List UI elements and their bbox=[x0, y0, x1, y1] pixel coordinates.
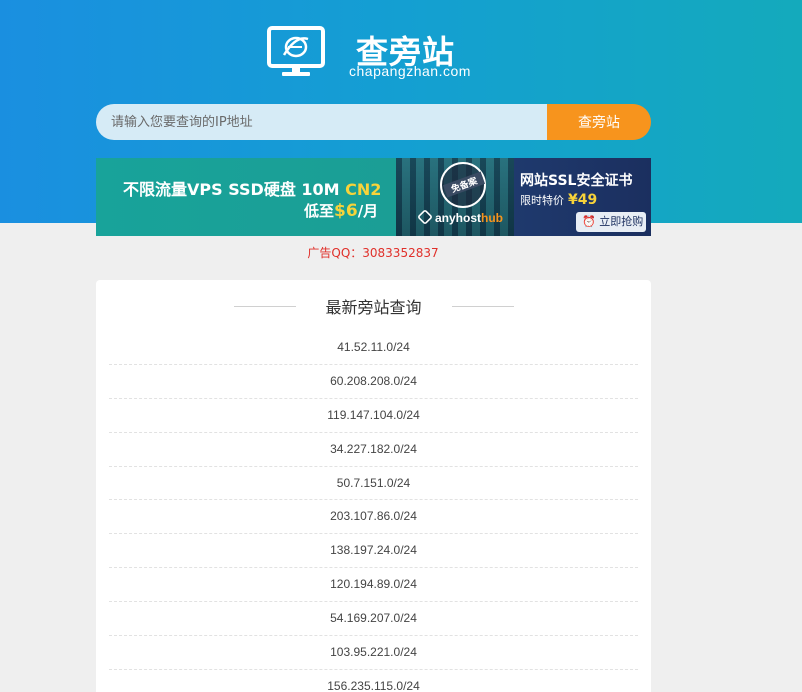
anyhosthub-logo: anyhosthub bbox=[417, 209, 503, 225]
ssl-ad: 网站SSL安全证书 限时特价 ¥49 ⏰ 立即抢购 bbox=[514, 158, 651, 236]
ip-search-input[interactable] bbox=[96, 104, 548, 140]
card-title: 最新旁站查询 bbox=[325, 298, 422, 317]
monitor-browser-icon bbox=[267, 26, 325, 76]
site-logo[interactable]: 查旁站 chapangzhan.com bbox=[266, 25, 496, 85]
list-item: 203.107.86.0/24 bbox=[109, 500, 638, 535]
vps-ad-headline: 不限流量VPS SSD硬盘 10M CN2 bbox=[123, 180, 382, 199]
list-item: 34.227.182.0/24 bbox=[109, 433, 638, 467]
ip-link[interactable]: 103.95.221.0/24 bbox=[330, 645, 417, 659]
list-item: 138.197.24.0/24 bbox=[109, 534, 638, 569]
list-item: 50.7.151.0/24 bbox=[109, 467, 638, 501]
ip-search-form: 查旁站 bbox=[96, 104, 651, 140]
recent-queries-card: 最新旁站查询 41.52.11.0/24 60.208.208.0/24 119… bbox=[96, 280, 651, 692]
cube-icon bbox=[417, 209, 433, 225]
ip-link[interactable]: 34.227.182.0/24 bbox=[330, 442, 417, 456]
ip-link[interactable]: 138.197.24.0/24 bbox=[330, 543, 417, 557]
server-rack-image: 免备案 anyhosthub bbox=[396, 158, 514, 236]
ip-link[interactable]: 60.208.208.0/24 bbox=[330, 374, 417, 388]
vps-ad-price: 低至$6/月 bbox=[304, 201, 379, 221]
list-item: 156.235.115.0/24 bbox=[109, 670, 638, 692]
no-filing-seal: 免备案 bbox=[440, 162, 486, 208]
list-item: 103.95.221.0/24 bbox=[109, 636, 638, 670]
vps-ad: 不限流量VPS SSD硬盘 10M CN2 低至$6/月 bbox=[96, 158, 396, 236]
ip-link[interactable]: 120.194.89.0/24 bbox=[330, 577, 417, 591]
list-item: 41.52.11.0/24 bbox=[109, 331, 638, 365]
ssl-ad-offer: 限时特价 ¥49 bbox=[520, 192, 598, 208]
recent-ip-list: 41.52.11.0/24 60.208.208.0/24 119.147.10… bbox=[109, 331, 638, 692]
ssl-ad-title: 网站SSL安全证书 bbox=[520, 173, 633, 189]
logo-subtitle: chapangzhan.com bbox=[349, 63, 471, 79]
ad-banner[interactable]: 不限流量VPS SSD硬盘 10M CN2 低至$6/月 免备案 anyhost… bbox=[96, 158, 651, 236]
list-item: 54.169.207.0/24 bbox=[109, 602, 638, 637]
list-item: 60.208.208.0/24 bbox=[109, 365, 638, 399]
ad-contact-text: 广告QQ：3083352837 bbox=[307, 246, 439, 260]
ip-link[interactable]: 54.169.207.0/24 bbox=[330, 611, 417, 625]
ip-link[interactable]: 41.52.11.0/24 bbox=[337, 340, 410, 354]
ip-link[interactable]: 119.147.104.0/24 bbox=[327, 408, 420, 422]
divider-right bbox=[452, 306, 514, 307]
card-header: 最新旁站查询 bbox=[96, 294, 651, 318]
list-item: 119.147.104.0/24 bbox=[109, 399, 638, 433]
buy-now-button[interactable]: ⏰ 立即抢购 bbox=[576, 212, 646, 232]
ip-link[interactable]: 50.7.151.0/24 bbox=[337, 476, 410, 490]
list-item: 120.194.89.0/24 bbox=[109, 568, 638, 603]
ip-link[interactable]: 203.107.86.0/24 bbox=[330, 509, 417, 523]
search-button[interactable]: 查旁站 bbox=[547, 104, 651, 140]
ip-link[interactable]: 156.235.115.0/24 bbox=[327, 679, 420, 692]
